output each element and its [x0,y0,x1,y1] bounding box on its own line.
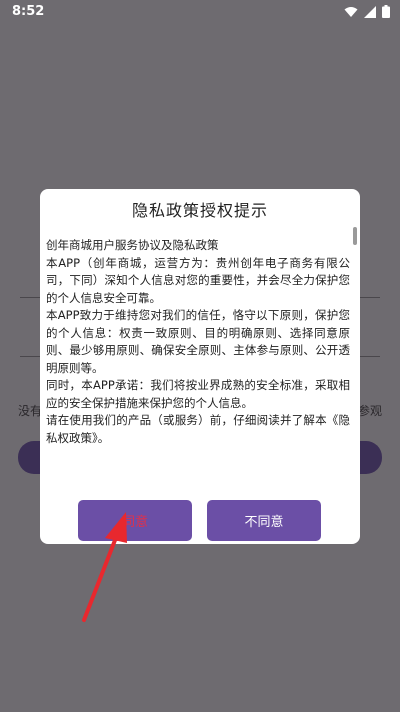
background-text-left: 没有 [18,404,43,418]
background-divider [20,297,40,298]
policy-paragraph: 本APP（创年商城，运营方为：贵州创年电子商务有限公司，下同）深知个人信息对您的… [46,255,350,305]
background-text-right: 参观 [358,404,383,418]
scrollbar-thumb[interactable] [353,227,357,245]
status-bar: 8:52 [0,0,400,24]
background-divider [20,356,40,357]
battery-icon [382,5,390,18]
dialog-title: 隐私政策授权提示 [131,201,268,220]
background-divider [360,356,380,357]
policy-paragraph: 同时，本APP承诺：我们将按业界成熟的安全标准，采取相应的安全保护措施来保护您的… [46,378,350,410]
wifi-icon [344,6,358,18]
agree-button[interactable]: 同意 [78,500,192,541]
policy-paragraph: 本APP致力于维持您对我们的信任，恪守以下原则，保护您的个人信息：权责一致原则、… [46,308,350,375]
status-time: 8:52 [12,4,45,19]
background-divider [360,297,380,298]
policy-paragraph: 请在使用我们的产品（或服务）前，仔细阅读并了解本《隐私权政策》。 [46,413,350,445]
background-button [18,441,42,474]
background-button [360,441,382,474]
status-icons [344,5,390,18]
dialog-scrollbar[interactable] [353,227,357,487]
disagree-button[interactable]: 不同意 [207,500,321,541]
privacy-dialog: 隐私政策授权提示 创年商城用户服务协议及隐私政策 本APP（创年商城，运营方为：… [40,189,360,544]
policy-paragraph: 创年商城用户服务协议及隐私政策 [46,238,219,252]
privacy-policy-text[interactable]: 创年商城用户服务协议及隐私政策 本APP（创年商城，运营方为：贵州创年电子商务有… [46,237,350,482]
signal-icon [364,5,376,18]
